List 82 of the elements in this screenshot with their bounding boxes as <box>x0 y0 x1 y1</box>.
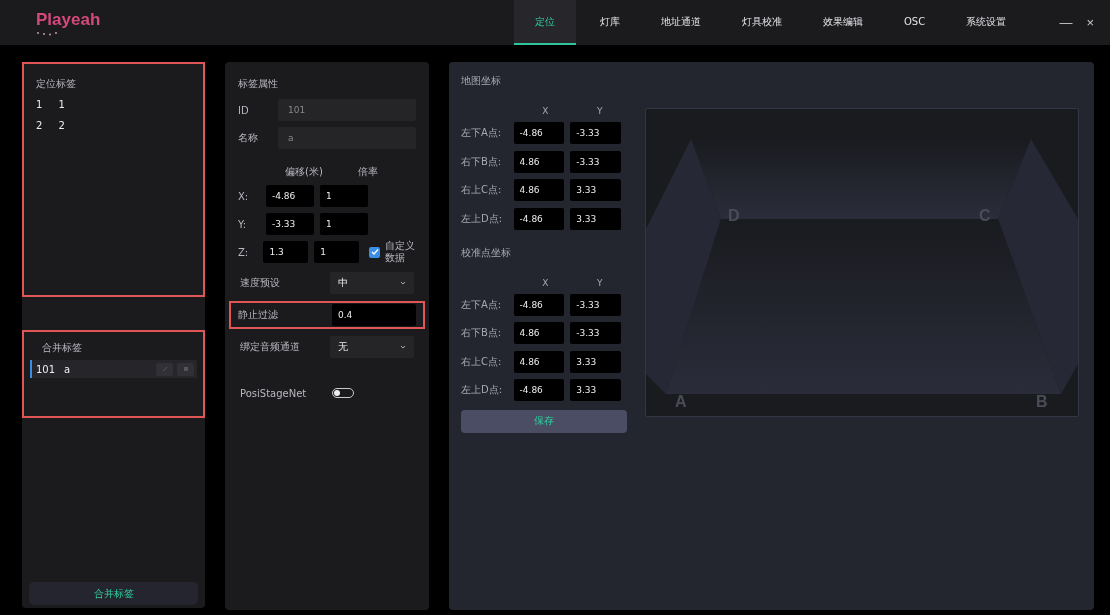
app-logo: Playeah <box>36 9 102 30</box>
tag-id: 2 <box>36 120 43 131</box>
dropdown[interactable]: 中 <box>330 272 414 294</box>
column-header: Y <box>596 106 604 118</box>
tag-name: 1 <box>58 99 65 110</box>
setting-label: 静止过滤 <box>238 308 278 322</box>
checkbox-label: 自定义数据 <box>385 240 416 264</box>
axis-label: Y: <box>238 218 248 230</box>
column-header: X <box>541 106 550 118</box>
point-label: 左上D点: <box>461 211 504 226</box>
dropdown[interactable]: 无 <box>330 336 414 358</box>
y-input[interactable]: -3.33 <box>570 122 621 144</box>
tag-name: 2 <box>58 120 65 131</box>
point-label: 右下B点: <box>461 326 503 340</box>
column-header: X <box>541 277 550 290</box>
tag-id: 101 <box>36 363 56 375</box>
corner-label: D <box>728 207 740 224</box>
x-input[interactable]: 4.86 <box>513 150 565 173</box>
x-input[interactable]: -4.86 <box>513 122 565 144</box>
point-label: 右下B点: <box>461 154 503 169</box>
scale-input[interactable]: 1 <box>320 185 368 207</box>
corner-label: B <box>1036 393 1048 410</box>
save-button[interactable]: 保存 <box>461 409 627 433</box>
axis-label: Z: <box>238 246 250 258</box>
pencil-icon <box>161 366 168 372</box>
offset-input[interactable]: -3.33 <box>266 213 314 235</box>
y-input[interactable]: 3.33 <box>570 350 621 373</box>
field-label: ID <box>238 104 249 116</box>
corner-label: C <box>979 207 991 224</box>
scale-input[interactable]: 1 <box>314 241 359 263</box>
point-label: 左下A点: <box>461 297 503 312</box>
offset-input[interactable]: -4.86 <box>266 185 314 207</box>
y-input[interactable]: 3.33 <box>570 379 621 401</box>
chevron-down-icon <box>400 345 406 349</box>
column-header: 倍率 <box>357 165 378 179</box>
corner-label: A <box>675 393 687 410</box>
x-input[interactable]: 4.86 <box>513 179 565 201</box>
x-input[interactable]: -4.86 <box>513 293 565 316</box>
scale-input[interactable]: 1 <box>320 213 368 235</box>
x-input[interactable]: -4.86 <box>513 207 565 230</box>
y-input[interactable]: -3.33 <box>570 322 621 344</box>
point-label: 左下A点: <box>461 126 503 140</box>
nav-tab[interactable]: OSC <box>887 0 943 45</box>
section-title: 地图坐标 <box>461 74 502 88</box>
y-input[interactable]: -3.33 <box>570 150 621 173</box>
y-input[interactable]: 3.33 <box>570 179 621 201</box>
axis-label: X: <box>238 190 250 202</box>
point-label: 右上C点: <box>461 354 503 369</box>
tag-id: 1 <box>36 99 43 110</box>
nav-tab[interactable]: 灯库 <box>583 0 637 45</box>
x-input[interactable]: 4.86 <box>513 350 565 373</box>
nav-tab[interactable]: 地址通道 <box>644 0 718 45</box>
x-input[interactable]: 4.86 <box>513 322 565 344</box>
y-input[interactable]: 3.33 <box>570 207 621 230</box>
column-header: Y <box>596 277 604 290</box>
x-input[interactable]: -4.86 <box>513 379 565 401</box>
point-label: 右上C点: <box>461 183 503 197</box>
panel-title: 合并标签 <box>42 341 82 355</box>
column-header: 偏移(米) <box>285 165 323 179</box>
readonly-field[interactable]: 101 <box>278 99 416 121</box>
nav-tab[interactable]: 灯具校准 <box>725 0 799 45</box>
merge-tags-button[interactable]: 合并标签 <box>29 582 198 605</box>
panel-title: 标签属性 <box>238 77 278 91</box>
input-field[interactable]: 0.4 <box>332 304 416 326</box>
setting-label: 速度预设 <box>240 276 280 290</box>
setting-label: PosiStageNet <box>240 387 307 399</box>
nav-tab[interactable]: 定位 <box>514 0 576 45</box>
close-button[interactable]: × <box>1086 15 1094 30</box>
tag-name: a <box>64 363 71 375</box>
setting-label: 绑定音频通道 <box>240 340 300 354</box>
readonly-field[interactable]: a <box>278 127 416 149</box>
y-input[interactable]: -3.33 <box>570 293 621 316</box>
point-label: 左上D点: <box>461 383 504 397</box>
panel-title: 定位标签 <box>36 77 76 91</box>
checkbox[interactable] <box>369 246 380 258</box>
chevron-down-icon <box>400 281 406 285</box>
nav-tab[interactable]: 系统设置 <box>949 0 1024 45</box>
field-label: 名称 <box>238 131 258 145</box>
nav-tab[interactable]: 效果编辑 <box>806 0 880 45</box>
minimize-button[interactable]: — <box>1059 15 1073 30</box>
offset-input[interactable]: 1.3 <box>263 241 309 263</box>
section-title: 校准点坐标 <box>461 245 512 260</box>
